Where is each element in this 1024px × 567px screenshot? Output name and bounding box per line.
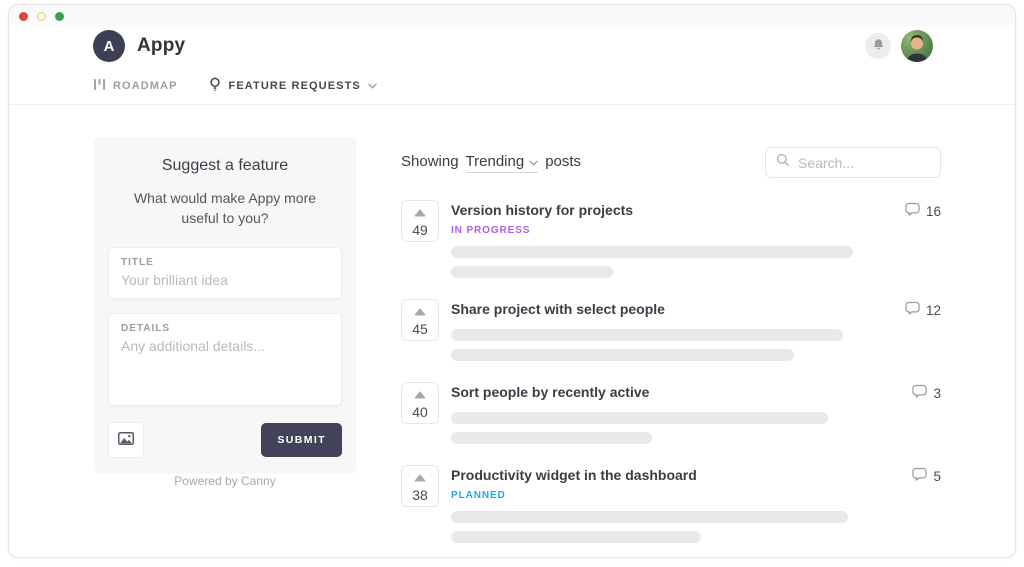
placeholder-bar — [451, 412, 829, 424]
vote-count: 49 — [412, 221, 428, 238]
upvote-button[interactable]: 45 — [401, 299, 439, 341]
list-header: Showing Trending posts — [401, 147, 941, 178]
search-input[interactable] — [798, 154, 930, 171]
tab-feature-requests[interactable]: FEATURE REQUESTS — [208, 77, 377, 94]
post-title[interactable]: Share project with select people — [451, 301, 665, 317]
post-title[interactable]: Sort people by recently active — [451, 384, 649, 400]
post-title[interactable]: Version history for projects — [451, 202, 633, 218]
bar-chart-icon — [93, 78, 106, 94]
details-field[interactable]: DETAILS — [108, 312, 342, 406]
showing-prefix: Showing — [401, 152, 459, 170]
placeholder-bar — [451, 511, 848, 523]
header-actions — [865, 30, 933, 62]
card-actions: SUBMIT — [108, 421, 342, 458]
chevron-up-icon — [414, 470, 426, 485]
placeholder-bar — [451, 349, 794, 361]
chevron-up-icon — [414, 205, 426, 220]
primary-nav: ROADMAP FEATURE REQUESTS — [93, 77, 377, 94]
placeholder-bar — [451, 329, 843, 341]
comment-count-value: 12 — [925, 302, 941, 318]
status-badge: PLANNED — [451, 490, 506, 501]
logo-letter: A — [103, 37, 115, 55]
placeholder-bar — [451, 246, 853, 258]
tab-roadmap[interactable]: ROADMAP — [93, 78, 178, 94]
post-row: 38 Productivity widget in the dashboard … — [401, 465, 941, 543]
details-input[interactable] — [121, 337, 329, 392]
status-badge: IN PROGRESS — [451, 225, 531, 236]
title-field-label: TITLE — [121, 256, 154, 268]
app-logo: A — [93, 30, 125, 62]
vote-count: 45 — [412, 320, 428, 337]
traffic-light-minimize[interactable] — [37, 11, 46, 21]
chevron-down-icon — [368, 80, 377, 92]
search-icon — [776, 153, 790, 172]
notifications-button[interactable] — [865, 33, 891, 59]
comment-icon — [905, 301, 920, 319]
comment-count[interactable]: 16 — [905, 202, 941, 220]
comment-icon — [912, 384, 928, 402]
submit-button[interactable]: SUBMIT — [261, 422, 342, 457]
window-titlebar — [9, 5, 1015, 27]
post-title[interactable]: Productivity widget in the dashboard — [451, 467, 697, 483]
comment-count[interactable]: 5 — [912, 467, 941, 485]
details-field-label: DETAILS — [121, 322, 171, 334]
lightbulb-icon — [208, 77, 222, 94]
attach-image-button[interactable] — [108, 421, 144, 458]
post-row: 40 Sort people by recently active 3 — [401, 382, 941, 444]
comment-count-value: 5 — [933, 468, 941, 484]
vote-count: 40 — [412, 403, 428, 420]
title-field[interactable]: TITLE — [108, 246, 342, 299]
comment-icon — [905, 202, 920, 220]
comment-icon — [912, 467, 928, 485]
tab-feature-requests-label: FEATURE REQUESTS — [228, 79, 361, 92]
placeholder-bar — [451, 266, 613, 278]
post-row: 49 Version history for projects 16 IN PR… — [401, 200, 941, 278]
upvote-button[interactable]: 40 — [401, 382, 439, 424]
suggest-feature-card: Suggest a feature What would make Appy m… — [94, 137, 356, 474]
sort-selected: Trending — [465, 152, 525, 170]
chevron-up-icon — [414, 387, 426, 402]
tab-roadmap-label: ROADMAP — [113, 79, 178, 92]
traffic-light-close[interactable] — [19, 11, 28, 21]
bell-icon — [872, 38, 885, 54]
comment-count[interactable]: 12 — [905, 301, 941, 319]
upvote-button[interactable]: 49 — [401, 200, 439, 242]
app-window: A Appy ROADMAP FEATURE REQUESTS Suggest … — [8, 4, 1016, 558]
title-input[interactable] — [121, 271, 329, 288]
chevron-down-icon — [529, 153, 538, 170]
posts-column: Showing Trending posts Search... 49 Vers… — [401, 147, 941, 557]
card-subtitle: What would make Appy more useful to you? — [133, 190, 317, 227]
placeholder-bar — [451, 432, 652, 444]
vote-count: 38 — [412, 486, 428, 503]
header-divider — [9, 104, 1015, 105]
showing-line: Showing Trending posts — [401, 153, 581, 173]
user-photo — [901, 30, 933, 62]
traffic-light-maximize[interactable] — [55, 11, 64, 21]
showing-suffix: posts — [545, 152, 582, 170]
placeholder-bar — [451, 531, 701, 543]
user-avatar[interactable] — [901, 30, 933, 62]
app-name: Appy — [137, 35, 186, 56]
comment-count[interactable]: 3 — [912, 384, 941, 402]
search-box[interactable] — [765, 147, 941, 178]
powered-by-canny[interactable]: Powered by Canny — [94, 474, 356, 488]
sort-dropdown[interactable]: Trending — [465, 152, 539, 173]
chevron-up-icon — [414, 304, 426, 319]
brand: A Appy — [93, 30, 185, 62]
post-row: 45 Share project with select people 12 — [401, 299, 941, 361]
comment-count-value: 3 — [933, 385, 941, 401]
card-title: Suggest a feature — [161, 157, 289, 174]
upvote-button[interactable]: 38 — [401, 465, 439, 507]
image-icon — [118, 431, 134, 448]
comment-count-value: 16 — [925, 203, 941, 219]
